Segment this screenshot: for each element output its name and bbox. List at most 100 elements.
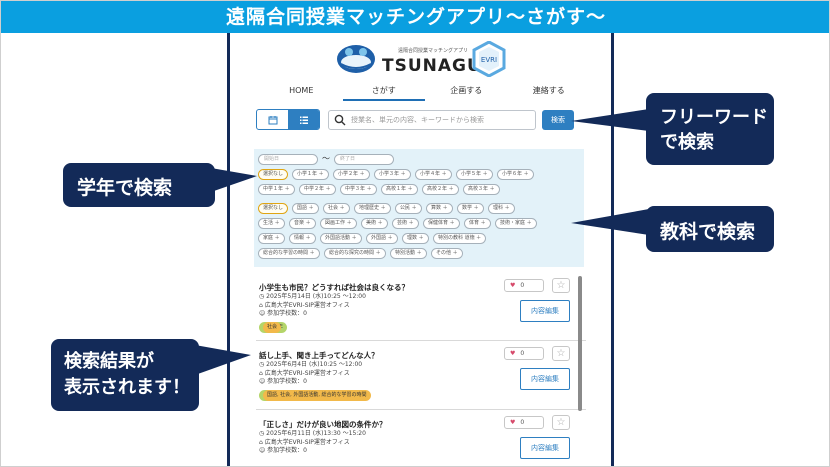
- search-button[interactable]: 検索: [542, 110, 574, 130]
- grade-chip[interactable]: 小学４年 ＋: [415, 169, 452, 180]
- calendar-view-button[interactable]: [257, 110, 288, 129]
- callout-freeword: フリーワード で検索: [646, 93, 774, 165]
- tab-home[interactable]: HOME: [260, 83, 343, 101]
- callout-subject-text: 教科で検索: [660, 221, 756, 243]
- search-placeholder: 授業名、単元の内容、キーワードから検索: [351, 116, 484, 124]
- favorite-star-icon[interactable]: ☆: [552, 346, 570, 361]
- subject-chip[interactable]: 地理歴史 ＋: [354, 203, 391, 214]
- date-range-separator: 〜: [322, 154, 330, 163]
- subject-chip[interactable]: 外国語活動 ＋: [320, 233, 362, 244]
- logo-name: TSUNAGU: [382, 56, 482, 76]
- like-button[interactable]: ♥ 0: [504, 279, 544, 292]
- result-title[interactable]: 小学生も市民？どうすれば社会は良くなる？: [259, 282, 409, 293]
- subject-chip[interactable]: 生活 ＋: [258, 218, 285, 229]
- subject-chip[interactable]: 技術・家庭 ＋: [495, 218, 537, 229]
- subject-chip[interactable]: 図画工作 ＋: [320, 218, 357, 229]
- subject-chip[interactable]: 芸術 ＋: [392, 218, 419, 229]
- app-screen: 遠隔合同授業マッチングアプリ TSUNAGU EVRI HOME さがす 企画す…: [227, 33, 614, 466]
- tab-search[interactable]: さがす: [342, 83, 425, 101]
- slide: 遠隔合同授業マッチングアプリ～さがす～ 遠隔合同授業マッチングアプリ TSUNA…: [0, 0, 830, 467]
- like-count: 0: [520, 350, 525, 357]
- callout-grade-pointer: [211, 168, 257, 192]
- subject-chip[interactable]: 音楽 ＋: [289, 218, 316, 229]
- app-logo: 遠隔合同授業マッチングアプリ TSUNAGU EVRI: [335, 39, 507, 79]
- tab-plan[interactable]: 企画する: [425, 83, 508, 101]
- subject-chip[interactable]: 数学 ＋: [457, 203, 484, 214]
- grade-chip[interactable]: 高校１年 ＋: [381, 184, 418, 195]
- calendar-icon: [268, 115, 277, 124]
- favorite-star-icon[interactable]: ☆: [552, 415, 570, 430]
- subject-chip[interactable]: 体育 ＋: [464, 218, 491, 229]
- evri-badge-icon: EVRI: [472, 41, 506, 77]
- grade-chip[interactable]: 小学２年 ＋: [333, 169, 370, 180]
- subject-chip[interactable]: 保健体育 ＋: [423, 218, 460, 229]
- date-from-input[interactable]: 開始日: [258, 154, 318, 165]
- main-nav: HOME さがす 企画する 連絡する: [260, 83, 590, 101]
- subject-chip[interactable]: 外国語 ＋: [366, 233, 398, 244]
- callout-results: 検索結果が 表示されます！: [51, 339, 199, 411]
- date-to-input[interactable]: 終了日: [334, 154, 394, 165]
- grade-chip[interactable]: 小学１年 ＋: [292, 169, 329, 180]
- subject-chip[interactable]: 情報 ＋: [289, 233, 316, 244]
- subject-chip[interactable]: 総合的な学習の時間 ＋: [258, 248, 320, 259]
- result-org: ⌂ 広島大学EVRI-SIP運営オフィス: [259, 301, 350, 309]
- result-card[interactable]: 「正しさ」だけが良い地図の条件か？ ◷ 2025年6月11日 (水)13:30 ～…: [256, 413, 574, 466]
- result-participants: ☺ 参加学校数：0: [259, 378, 307, 385]
- grade-chip[interactable]: 高校２年 ＋: [422, 184, 459, 195]
- subject-chip[interactable]: 選択なし: [258, 203, 289, 214]
- result-date: ◷ 2025年6月4日 (水)10:25 ～12:00: [259, 361, 363, 368]
- edit-content-button[interactable]: 内容編集: [520, 368, 570, 390]
- evri-badge-text: EVRI: [481, 56, 497, 64]
- result-title[interactable]: 「正しさ」だけが良い地図の条件か？: [259, 419, 387, 430]
- subject-chip[interactable]: 美術 ＋: [361, 218, 388, 229]
- grade-chip[interactable]: 小学６年 ＋: [497, 169, 534, 180]
- result-date: ◷ 2025年5月14日 (水)10:25 ～12:00: [259, 293, 366, 300]
- grade-chip[interactable]: 小学３年 ＋: [374, 169, 411, 180]
- heart-icon: ♥: [510, 419, 516, 426]
- tab-contact[interactable]: 連絡する: [508, 83, 591, 101]
- subject-chip[interactable]: 理数 ＋: [402, 233, 429, 244]
- grade-chip[interactable]: 中学１年 ＋: [258, 184, 295, 195]
- grade-chip[interactable]: 小学５年 ＋: [456, 169, 493, 180]
- edit-content-button[interactable]: 内容編集: [520, 300, 570, 322]
- grade-chip[interactable]: 中学３年 ＋: [340, 184, 377, 195]
- result-participants: ☺ 参加学校数：0: [259, 310, 307, 317]
- callout-subject-pointer: [571, 209, 649, 235]
- logo-subtitle: 遠隔合同授業マッチングアプリ: [398, 48, 469, 54]
- subject-chip[interactable]: 特別活動 ＋: [390, 248, 427, 259]
- subject-chip[interactable]: その他 ＋: [431, 248, 463, 259]
- subject-chip[interactable]: 国語 ＋: [292, 203, 319, 214]
- grade-chip[interactable]: 高校３年 ＋: [463, 184, 500, 195]
- like-count: 0: [520, 282, 525, 289]
- favorite-star-icon[interactable]: ☆: [552, 278, 570, 293]
- grade-chip[interactable]: 中学２年 ＋: [299, 184, 336, 195]
- edit-content-button[interactable]: 内容編集: [520, 437, 570, 459]
- subject-chip[interactable]: 算数 ＋: [426, 203, 453, 214]
- result-card[interactable]: 話し上手、聞き上手ってどんな人？ ◷ 2025年6月4日 (水)10:25 ～12…: [256, 344, 574, 408]
- subject-chip[interactable]: 家庭 ＋: [258, 233, 285, 244]
- heart-icon: ♥: [510, 282, 516, 289]
- result-divider: [256, 340, 586, 341]
- subject-chip[interactable]: 特別の教科 道徳 ＋: [433, 233, 487, 244]
- callout-grade-text: 学年で検索: [77, 177, 173, 199]
- like-button[interactable]: ♥ 0: [504, 416, 544, 429]
- subject-chip[interactable]: 社会 ＋: [323, 203, 350, 214]
- results-scrollbar[interactable]: [578, 276, 582, 411]
- result-participants: ☺ 参加学校数：0: [259, 447, 307, 454]
- banner-title: 遠隔合同授業マッチングアプリ～さがす～: [1, 1, 829, 33]
- result-title[interactable]: 話し上手、聞き上手ってどんな人？: [259, 350, 379, 361]
- list-view-button[interactable]: [288, 110, 319, 129]
- subject-chip[interactable]: 公民 ＋: [395, 203, 422, 214]
- list-icon: [299, 116, 308, 124]
- result-card[interactable]: 小学生も市民？どうすれば社会は良くなる？ ◷ 2025年5月14日 (水)10:2…: [256, 276, 574, 340]
- subject-chip[interactable]: 理科 ＋: [488, 203, 515, 214]
- grade-chip[interactable]: 選択なし: [258, 169, 289, 180]
- like-button[interactable]: ♥ 0: [504, 347, 544, 360]
- callout-grade: 学年で検索: [63, 163, 215, 207]
- search-input[interactable]: 授業名、単元の内容、キーワードから検索: [328, 110, 536, 130]
- callout-subject: 教科で検索: [646, 206, 774, 252]
- result-org: ⌂ 広島大学EVRI-SIP運営オフィス: [259, 369, 350, 377]
- subject-chip[interactable]: 総合的な探究の時間 ＋: [324, 248, 386, 259]
- subject-tag: 国語, 社会, 外国語活動, 総合的な学習の時間: [263, 390, 371, 401]
- callout-results-text: 検索結果が 表示されます！: [64, 351, 190, 398]
